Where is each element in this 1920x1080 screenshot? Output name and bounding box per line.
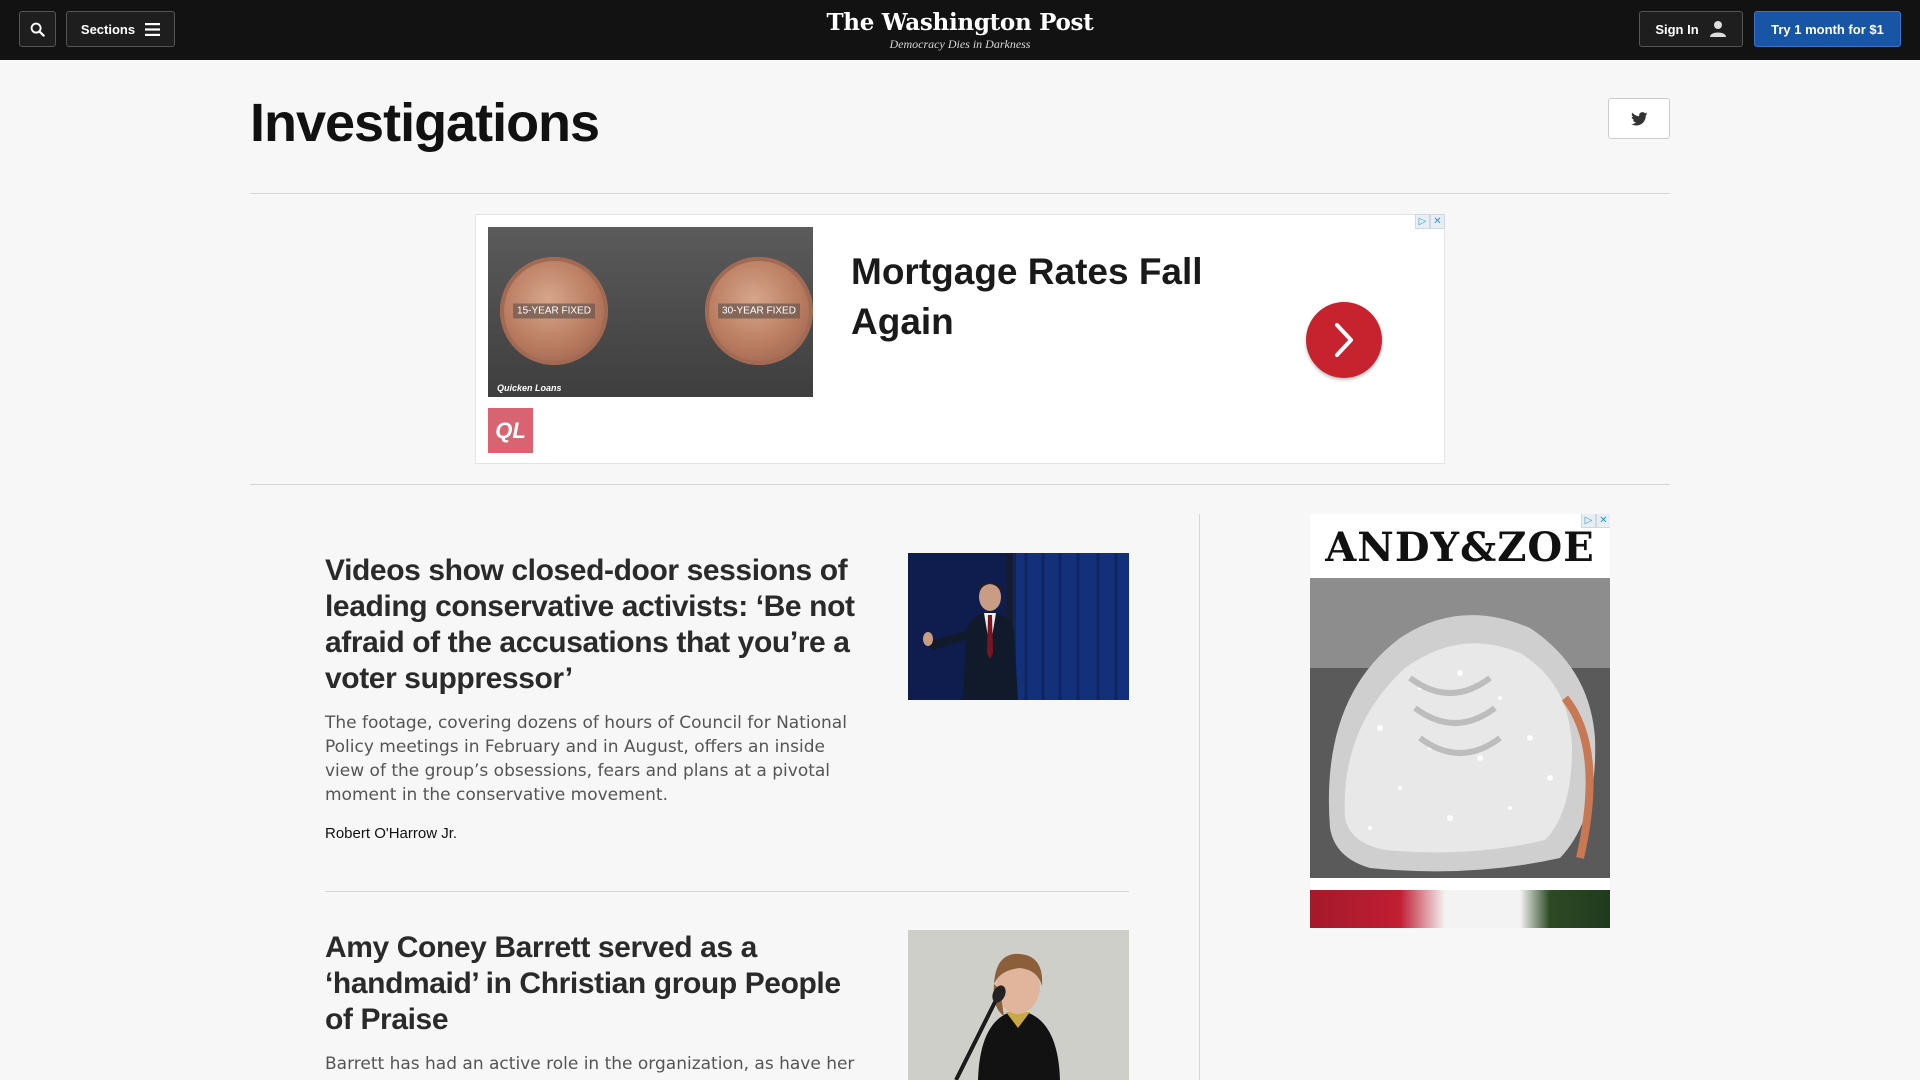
article-card: Videos show closed-door sessions of lead… [325,553,1129,842]
ad-choices[interactable]: ▷ ✕ [1415,214,1445,229]
chevron-right-icon [1335,323,1353,357]
site-logo[interactable]: The Washington Post Democracy Dies in Da… [0,9,1920,52]
subscribe-button[interactable]: Try 1 month for $1 [1754,11,1901,47]
header-divider [250,193,1670,194]
user-icon [1709,21,1726,37]
banner-ad[interactable]: ▷ ✕ 15-YEAR FIXED 30-YEAR FIXED Quicken … [475,214,1445,464]
sign-in-button[interactable]: Sign In [1639,11,1743,47]
coin-right-label: 30-YEAR FIXED [718,303,800,319]
speaker-photo [908,553,1129,700]
article-thumbnail[interactable] [908,553,1129,700]
coin-left-label: 15-YEAR FIXED [513,303,595,319]
article-headline[interactable]: Videos show closed-door sessions of lead… [325,553,855,697]
article-divider [325,891,1129,892]
article-card: Amy Coney Barrett served as a ‘handmaid’… [325,930,1129,1080]
article-thumbnail[interactable] [908,930,1129,1080]
top-nav-bar: Sections The Washington Post Democracy D… [0,0,1920,60]
article-byline[interactable]: Robert O'Harrow Jr. [325,825,1129,842]
ad-arrow-button[interactable] [1306,302,1382,378]
ad-image[interactable]: 15-YEAR FIXED 30-YEAR FIXED Quicken Loan… [488,227,813,397]
logo-name: The Washington Post [826,9,1094,36]
logo-tagline: Democracy Dies in Darkness [889,37,1031,51]
article-blurb: Barrett has had an active role in the or… [325,1054,855,1074]
twitter-share-button[interactable] [1608,98,1670,139]
twitter-icon [1630,111,1648,125]
ad-logo[interactable]: QL [488,408,533,453]
ad-close-icon[interactable]: ✕ [1430,214,1445,229]
ad-product-image[interactable] [1310,578,1610,878]
sign-in-label: Sign In [1655,21,1699,37]
sneaker-image [1310,578,1610,878]
article-headline[interactable]: Amy Coney Barrett served as a ‘handmaid’… [325,930,855,1038]
column-divider [1199,514,1200,1080]
speaker-photo [908,930,1129,1080]
ad-image-brand: Quicken Loans [497,383,562,393]
ad-brand: ANDY&ZOE [1325,524,1595,571]
ad-info-icon[interactable]: ▷ [1415,214,1430,229]
article-blurb: The footage, covering dozens of hours of… [325,713,847,805]
ad-divider [250,484,1670,485]
ad-headline[interactable]: Mortgage Rates Fall Again [851,247,1221,347]
coin-left: 15-YEAR FIXED [500,257,608,365]
coin-right: 30-YEAR FIXED [705,257,813,365]
sidebar-ad[interactable]: ▷ ✕ ANDY&ZOE [1310,514,1610,928]
ad-secondary-image[interactable] [1310,890,1610,928]
page-title: Investigations [250,93,600,153]
